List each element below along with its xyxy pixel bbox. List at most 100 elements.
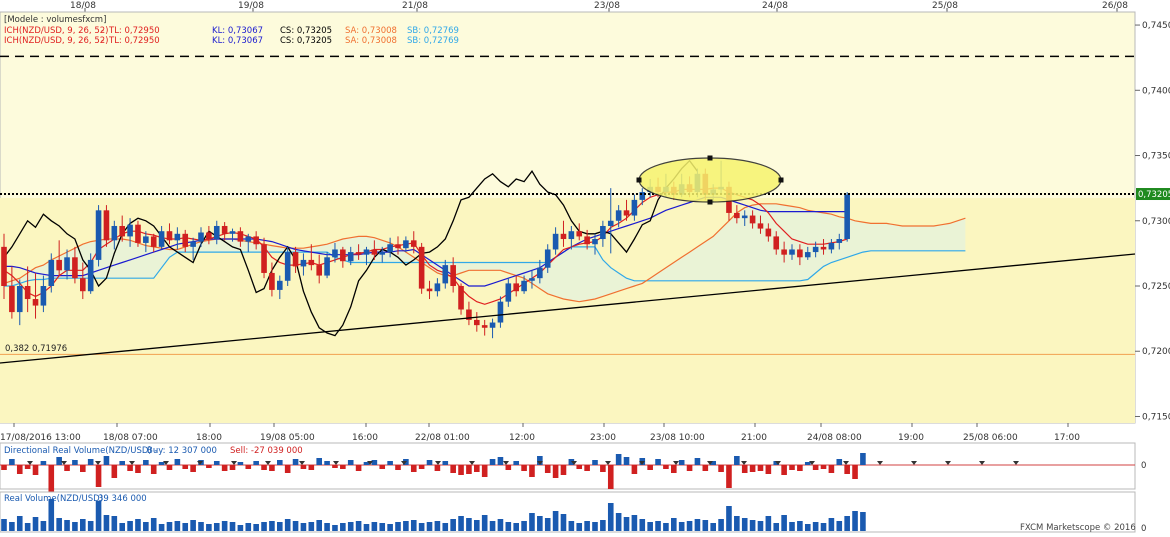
rv-bar [308,522,315,531]
candle-body [820,246,827,250]
candle-body [560,233,567,240]
candle-body [206,232,212,240]
candle-body [584,236,590,245]
candle-body [40,286,47,306]
candle-body [458,286,464,310]
rv-bar [1,519,7,531]
rv-bar [584,521,590,531]
rv-bar [686,521,693,531]
rv-value: 39 346 000 [98,494,147,504]
dv-bar [213,461,220,465]
dv-bar [387,461,393,465]
rv-bar [198,522,204,531]
rv-bar [639,519,646,531]
rv-bar [458,516,464,531]
rv-bar [466,518,472,531]
chart-canvas[interactable]: 18/08 19/08 21/08 23/08 24/08 25/08 26/08 0,74… [0,0,1170,534]
candle-body [143,236,149,243]
rv-bar [497,519,504,531]
rv-bar [537,516,543,531]
candle-body [387,244,393,253]
dv-bar [410,465,417,472]
dv-bar [544,465,551,473]
candle-body [221,225,228,234]
rv-bar [694,519,701,531]
dv-bar [340,465,346,469]
candle-body [277,280,283,290]
rv-bar [647,522,653,531]
candle-body [489,322,496,328]
rv-bar [300,523,307,531]
time-label: 19/08 05:00 [260,433,315,443]
candle-body [347,252,354,262]
rv-bar [702,520,709,531]
rv-bar [387,524,393,531]
candle-body [789,249,795,255]
candle-body [836,239,843,243]
time-label: 17:00 [1054,433,1080,443]
rv-bar [229,522,236,531]
dv-bar [32,465,39,475]
rv-bar [119,523,125,531]
dv-bar [119,461,125,465]
candle-body [529,278,535,281]
ich-legend-separator: - [101,36,104,46]
time-label: 24/08 08:00 [807,433,862,443]
dv-bar [607,465,614,489]
dv-bar [1,465,7,470]
candle-body [174,233,181,241]
dv-bar [552,465,559,478]
dv-bar [481,465,488,477]
rv-bar [95,501,102,531]
dv-sell-value: Sell: -27 039 000 [230,446,303,456]
dv-bar [16,465,23,474]
dv-bar [560,465,567,475]
dv-bar [182,465,189,469]
candle-body [481,325,488,328]
dv-bar [95,465,102,487]
candle-body [576,231,583,237]
ich-legend-item: CS: 0,73205 [280,36,332,46]
candle-body [182,233,189,247]
dv-bar [442,461,449,465]
rv-bar [474,520,480,531]
candle-body [513,283,519,292]
candle-body [150,236,157,247]
dv-bar [836,459,843,465]
price-tick-label: 0,7250 [1142,282,1170,292]
rv-bar [741,518,748,531]
candle-body [158,231,165,247]
candle-body [332,249,338,258]
model-label: [Modele : volumesfxcm] [4,15,106,25]
candle-body [135,224,141,243]
candle-body [253,236,259,245]
rv-bar [213,523,220,531]
dv-bar [64,465,70,471]
candle-body [600,225,606,240]
ich-legend-item: KL: 0,73067 [212,26,263,36]
rv-bar [87,521,94,531]
candle-body [269,272,275,290]
rv-bar [261,522,267,531]
rv-bar [631,515,638,531]
dv-bar [655,459,661,465]
dv-bar [143,460,149,465]
dv-bar [600,465,606,472]
dv-bar [166,465,173,470]
candle-body [537,267,543,279]
top-date-label: 18/08 [70,1,96,11]
dv-bar [40,461,47,465]
rv-bar [663,523,669,531]
price-tick-label: 0,7300 [1142,217,1170,227]
rv-bar [16,516,23,531]
rv-bar [32,517,39,531]
rv-zero-label: 0 [1141,524,1146,533]
dv-bar [87,459,94,465]
candle-body [773,236,780,250]
rv-bar [726,506,732,531]
ich-legend-item: KL: 0,73067 [212,36,263,46]
candle-body [521,280,527,292]
candle-body [474,319,480,326]
rv-bar [828,518,835,531]
rv-bar [521,521,527,531]
